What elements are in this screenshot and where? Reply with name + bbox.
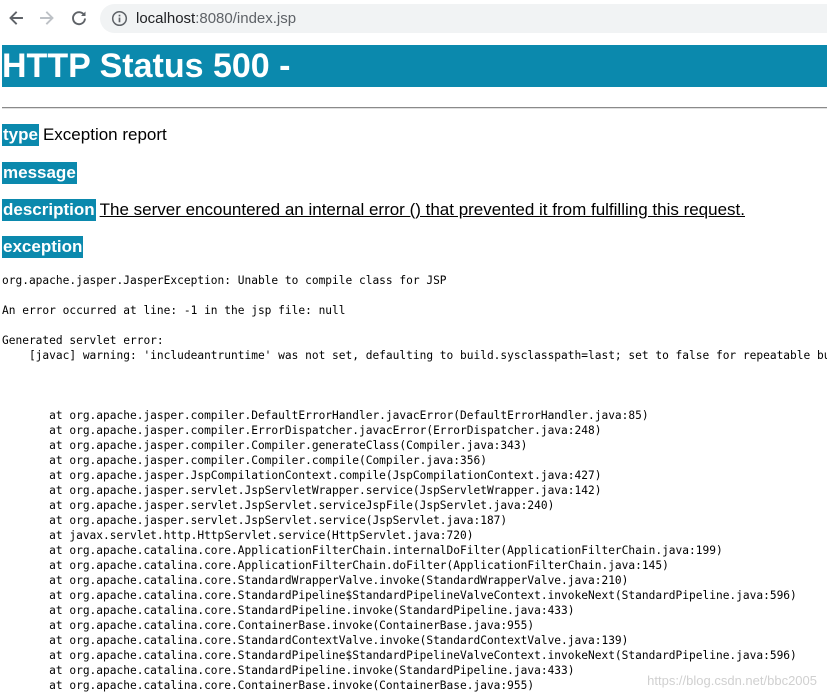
- generated-line-1: Generated servlet error:: [2, 334, 164, 347]
- watermark: https://blog.csdn.net/bbc2005: [647, 673, 817, 688]
- stack-trace-line: at org.apache.catalina.core.ApplicationF…: [2, 544, 723, 557]
- stack-trace-line: at org.apache.catalina.core.ApplicationF…: [2, 559, 669, 572]
- stack-trace-line: at org.apache.jasper.servlet.JspServletW…: [2, 484, 602, 497]
- back-button[interactable]: [4, 6, 28, 30]
- stack-trace-line: at javax.servlet.http.HttpServlet.servic…: [2, 529, 474, 542]
- stack-trace-line: at org.apache.jasper.servlet.JspServlet.…: [2, 499, 555, 512]
- exception-row: exception: [2, 236, 84, 258]
- stack-trace-line: at org.apache.jasper.compiler.ErrorDispa…: [2, 424, 602, 437]
- description-label: description: [2, 199, 96, 221]
- type-value: Exception report: [42, 125, 167, 144]
- url-path: :8080/index.jsp: [195, 10, 297, 27]
- stack-trace-line: at org.apache.catalina.core.ContainerBas…: [2, 619, 535, 632]
- url-host: localhost: [136, 10, 196, 27]
- url-text[interactable]: localhost:8080/index.jsp: [136, 10, 296, 27]
- stack-trace-line: at org.apache.catalina.core.StandardPipe…: [2, 589, 797, 602]
- error-line: An error occurred at line: -1 in the jsp…: [2, 304, 346, 317]
- description-value: The server encountered an internal error…: [99, 200, 745, 219]
- message-row: message: [2, 162, 77, 184]
- browser-toolbar: localhost:8080/index.jsp: [0, 0, 827, 37]
- stack-trace-line: at org.apache.catalina.core.StandardWrap…: [2, 574, 629, 587]
- generated-line-2: [javac] warning: 'includeantruntime' was…: [2, 349, 827, 362]
- exception-label: exception: [2, 236, 84, 258]
- reload-icon: [72, 11, 86, 26]
- forward-button[interactable]: [35, 6, 59, 30]
- stack-trace-line: at org.apache.catalina.core.StandardPipe…: [2, 649, 797, 662]
- info-icon[interactable]: [110, 10, 128, 28]
- exception-message: org.apache.jasper.JasperException: Unabl…: [2, 274, 447, 287]
- stack-trace-line: at org.apache.jasper.servlet.JspServlet.…: [2, 514, 508, 527]
- type-label: type: [2, 124, 39, 146]
- page-title: HTTP Status 500 -: [2, 45, 827, 87]
- generated-error: Generated servlet error: [javac] warning…: [2, 333, 827, 363]
- divider: [2, 107, 827, 109]
- description-row: description The server encountered an in…: [2, 199, 745, 221]
- message-label: message: [2, 162, 77, 184]
- arrow-right-icon: [40, 11, 54, 25]
- stack-trace-line: at org.apache.jasper.compiler.DefaultErr…: [2, 409, 649, 422]
- stack-trace-line: at org.apache.jasper.compiler.Compiler.g…: [2, 439, 528, 452]
- stack-trace-line: at org.apache.jasper.JspCompilationConte…: [2, 469, 602, 482]
- stack-trace-line: at org.apache.jasper.compiler.Compiler.c…: [2, 454, 487, 467]
- arrow-left-icon: [9, 11, 23, 25]
- reload-button[interactable]: [67, 6, 91, 30]
- stack-trace-line: at org.apache.catalina.core.StandardCont…: [2, 634, 629, 647]
- address-bar[interactable]: localhost:8080/index.jsp: [100, 4, 827, 33]
- type-row: type Exception report: [2, 124, 167, 146]
- stack-trace: at org.apache.jasper.compiler.DefaultErr…: [2, 408, 797, 693]
- stack-trace-line: at org.apache.catalina.core.StandardPipe…: [2, 604, 575, 617]
